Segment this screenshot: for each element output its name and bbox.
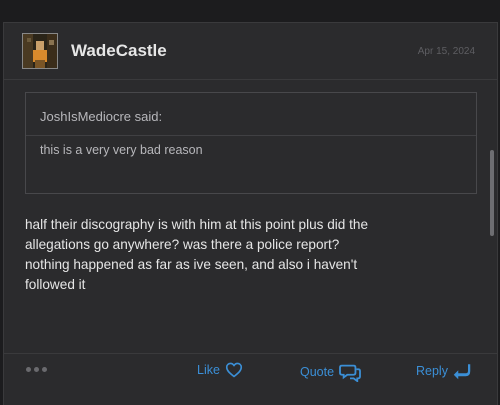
reply-arrow-icon: [453, 364, 471, 380]
speech-bubble-icon: [339, 364, 361, 382]
dot: [42, 367, 47, 372]
header-divider: [4, 79, 497, 80]
previous-post-edge: [0, 0, 500, 18]
quote-button[interactable]: Quote: [300, 362, 361, 382]
reply-label: Reply: [416, 364, 448, 378]
post-date[interactable]: Apr 15, 2024: [418, 46, 475, 57]
heart-outline-icon: [225, 362, 243, 378]
dot: [26, 367, 31, 372]
quote-label: Quote: [300, 365, 335, 379]
footer-divider: [4, 353, 497, 354]
post-author[interactable]: WadeCastle: [71, 41, 167, 61]
avatar[interactable]: [22, 33, 58, 69]
forum-page: WadeCastle Apr 15, 2024 JoshIsMediocre s…: [0, 0, 500, 405]
post-header: WadeCastle Apr 15, 2024: [4, 23, 497, 79]
like-label: Like: [197, 363, 220, 377]
post-body-line: followed it: [25, 277, 86, 292]
dot: [34, 367, 39, 372]
scrollbar[interactable]: [490, 150, 494, 236]
more-dots-icon[interactable]: [26, 367, 47, 372]
forum-post: WadeCastle Apr 15, 2024 JoshIsMediocre s…: [3, 22, 498, 405]
post-body: half their discography is with him at th…: [25, 215, 485, 295]
post-body-line: nothing happened as far as ive seen, and…: [25, 257, 358, 272]
quote-divider: [26, 135, 476, 136]
like-button[interactable]: Like: [197, 362, 243, 378]
quote-text: this is a very very bad reason: [40, 143, 203, 157]
post-body-line: allegations go anywhere? was there a pol…: [25, 237, 340, 252]
reply-button[interactable]: Reply: [416, 362, 471, 380]
quote-author[interactable]: JoshIsMediocre said:: [40, 109, 162, 124]
quote-block: JoshIsMediocre said: this is a very very…: [25, 92, 477, 194]
avatar-image: [23, 34, 57, 68]
post-body-line: half their discography is with him at th…: [25, 217, 369, 232]
